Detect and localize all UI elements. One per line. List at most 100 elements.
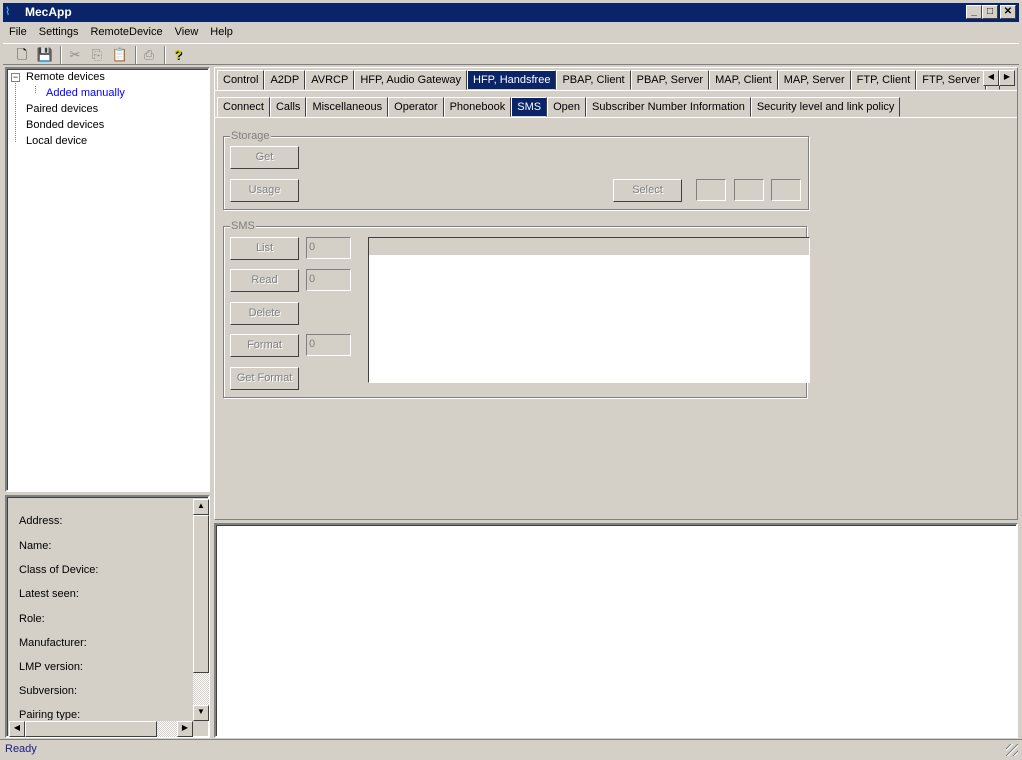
tree-line — [15, 83, 16, 142]
class-of-device-label: Class of Device: — [19, 564, 99, 576]
toolbar: 🗋 💾 ✂ ⎘ 📋 ⎙ ? — [3, 43, 1019, 65]
pairing-type-label: Pairing type: — [19, 709, 81, 720]
new-icon[interactable]: 🗋 — [13, 46, 31, 64]
tab-phonebook[interactable]: Phonebook — [443, 97, 512, 117]
sms-list-view[interactable] — [368, 237, 810, 383]
save-icon[interactable]: 💾 — [36, 46, 54, 64]
tab-miscellaneous[interactable]: Miscellaneous — [306, 97, 389, 117]
sms-group: SMS List 0 Read 0 Delete Format 0 Get Fo… — [223, 220, 810, 398]
toolbar-separator — [164, 46, 166, 64]
storage-usage-button[interactable]: Usage — [230, 179, 299, 202]
print-icon[interactable]: ⎙ — [140, 46, 158, 64]
sms-get-format-button[interactable]: Get Format — [230, 367, 299, 390]
horizontal-scrollbar[interactable]: ◀ ▶ — [9, 721, 193, 737]
storage-get-button[interactable]: Get — [230, 146, 299, 169]
title-bar[interactable]: MecApp — [3, 3, 1019, 22]
device-info-panel: Address: Name: Class of Device: Latest s… — [5, 495, 210, 738]
toolbar-separator — [60, 46, 62, 64]
log-output[interactable] — [214, 523, 1018, 738]
role-label: Role: — [19, 613, 45, 625]
menu-help[interactable]: Help — [204, 23, 239, 41]
storage-field-2[interactable] — [734, 179, 764, 201]
tree-item-paired-devices[interactable]: Paired devices — [26, 102, 98, 116]
tab-divider — [215, 117, 1017, 118]
storage-group-label: Storage — [230, 130, 271, 142]
storage-field-3[interactable] — [771, 179, 801, 201]
latest-seen-label: Latest seen: — [19, 588, 79, 600]
menu-settings[interactable]: Settings — [33, 23, 85, 41]
subversion-label: Subversion: — [19, 685, 78, 697]
name-label: Name: — [19, 540, 52, 552]
tab-hfp-audio-gateway[interactable]: HFP, Audio Gateway — [354, 70, 467, 90]
storage-field-1[interactable] — [696, 179, 726, 201]
cut-icon[interactable]: ✂ — [66, 46, 84, 64]
menu-view[interactable]: View — [169, 23, 205, 41]
tab-connect[interactable]: Connect — [217, 97, 270, 117]
tab-sms[interactable]: SMS — [511, 97, 548, 117]
tree-item-added-manually[interactable]: Added manually — [46, 86, 125, 100]
paste-icon[interactable]: 📋 — [111, 46, 129, 64]
profile-tabs: Control A2DP AVRCP HFP, Audio Gateway HF… — [217, 70, 1001, 90]
vertical-scrollbar[interactable]: ▲ ▼ — [193, 499, 209, 721]
tab-calls[interactable]: Calls — [269, 97, 307, 117]
collapse-icon[interactable]: − — [11, 73, 20, 82]
tab-control[interactable]: Control — [217, 70, 265, 90]
help-icon[interactable]: ? — [169, 46, 187, 64]
tab-map-client[interactable]: MAP, Client — [709, 70, 778, 90]
tree-item-bonded-devices[interactable]: Bonded devices — [26, 118, 104, 132]
tab-security-level[interactable]: Security level and link policy — [750, 97, 901, 117]
tree-line — [35, 86, 36, 93]
lmp-version-label: LMP version: — [19, 661, 83, 673]
copy-icon[interactable]: ⎘ — [88, 46, 106, 64]
menu-bar: File Settings RemoteDevice View Help — [3, 23, 239, 41]
tab-a2dp[interactable]: A2DP — [264, 70, 306, 90]
list-header — [369, 238, 809, 255]
storage-select-button[interactable]: Select — [613, 179, 682, 202]
sms-delete-button[interactable]: Delete — [230, 302, 299, 325]
tab-hfp-handsfree[interactable]: HFP, Handsfree — [467, 70, 557, 90]
tree-item-remote-devices[interactable]: Remote devices — [26, 70, 105, 84]
tab-operator[interactable]: Operator — [388, 97, 444, 117]
sms-group-label: SMS — [230, 220, 256, 232]
hfp-tabs: Connect Calls Miscellaneous Operator Pho… — [217, 97, 901, 117]
storage-group: Storage Get Usage Select — [223, 130, 809, 210]
sms-list-field[interactable]: 0 — [306, 237, 351, 259]
minimize-button[interactable]: _ — [966, 5, 982, 19]
tab-ftp-server[interactable]: FTP, Server — [916, 70, 987, 90]
address-label: Address: — [19, 515, 63, 527]
menu-remote-device[interactable]: RemoteDevice — [84, 23, 168, 41]
tab-map-server[interactable]: MAP, Server — [777, 70, 851, 90]
menu-file[interactable]: File — [3, 23, 33, 41]
tab-pbap-server[interactable]: PBAP, Server — [630, 70, 710, 90]
maximize-button[interactable]: □ — [982, 5, 998, 19]
profile-panel: Control A2DP AVRCP HFP, Audio Gateway HF… — [214, 67, 1018, 520]
tab-avrcp[interactable]: AVRCP — [305, 70, 355, 90]
scroll-up-icon[interactable]: ▲ — [193, 499, 209, 515]
app-icon: ⌇ — [5, 6, 11, 18]
scroll-down-icon[interactable]: ▼ — [193, 705, 209, 721]
device-tree: − Remote devices Added manually Paired d… — [5, 67, 210, 492]
sms-list-button[interactable]: List — [230, 237, 299, 260]
scroll-thumb[interactable] — [25, 721, 157, 737]
window-title: MecApp — [25, 5, 72, 19]
manufacturer-label: Manufacturer: — [19, 637, 87, 649]
status-text: Ready — [5, 743, 37, 755]
scroll-left-icon[interactable]: ◀ — [9, 721, 25, 737]
scroll-right-icon[interactable]: ▶ — [177, 721, 193, 737]
sms-read-button[interactable]: Read — [230, 269, 299, 292]
sms-read-field[interactable]: 0 — [306, 269, 351, 291]
tab-subscriber-number-information[interactable]: Subscriber Number Information — [586, 97, 751, 117]
close-button[interactable]: ✕ — [1000, 5, 1016, 19]
toolbar-separator — [135, 46, 137, 64]
sms-format-button[interactable]: Format — [230, 334, 299, 357]
sms-format-field[interactable]: 0 — [306, 334, 351, 356]
resize-grip-icon[interactable] — [1006, 744, 1018, 756]
tab-pbap-client[interactable]: PBAP, Client — [556, 70, 631, 90]
tab-scroll-left-icon[interactable]: ◀ — [983, 70, 999, 86]
tab-ftp-client[interactable]: FTP, Client — [850, 70, 917, 90]
tab-divider — [215, 90, 1017, 91]
tree-item-local-device[interactable]: Local device — [26, 134, 87, 148]
tab-scroll-right-icon[interactable]: ▶ — [999, 70, 1015, 86]
tab-open[interactable]: Open — [547, 97, 586, 117]
scroll-thumb[interactable] — [193, 515, 209, 673]
